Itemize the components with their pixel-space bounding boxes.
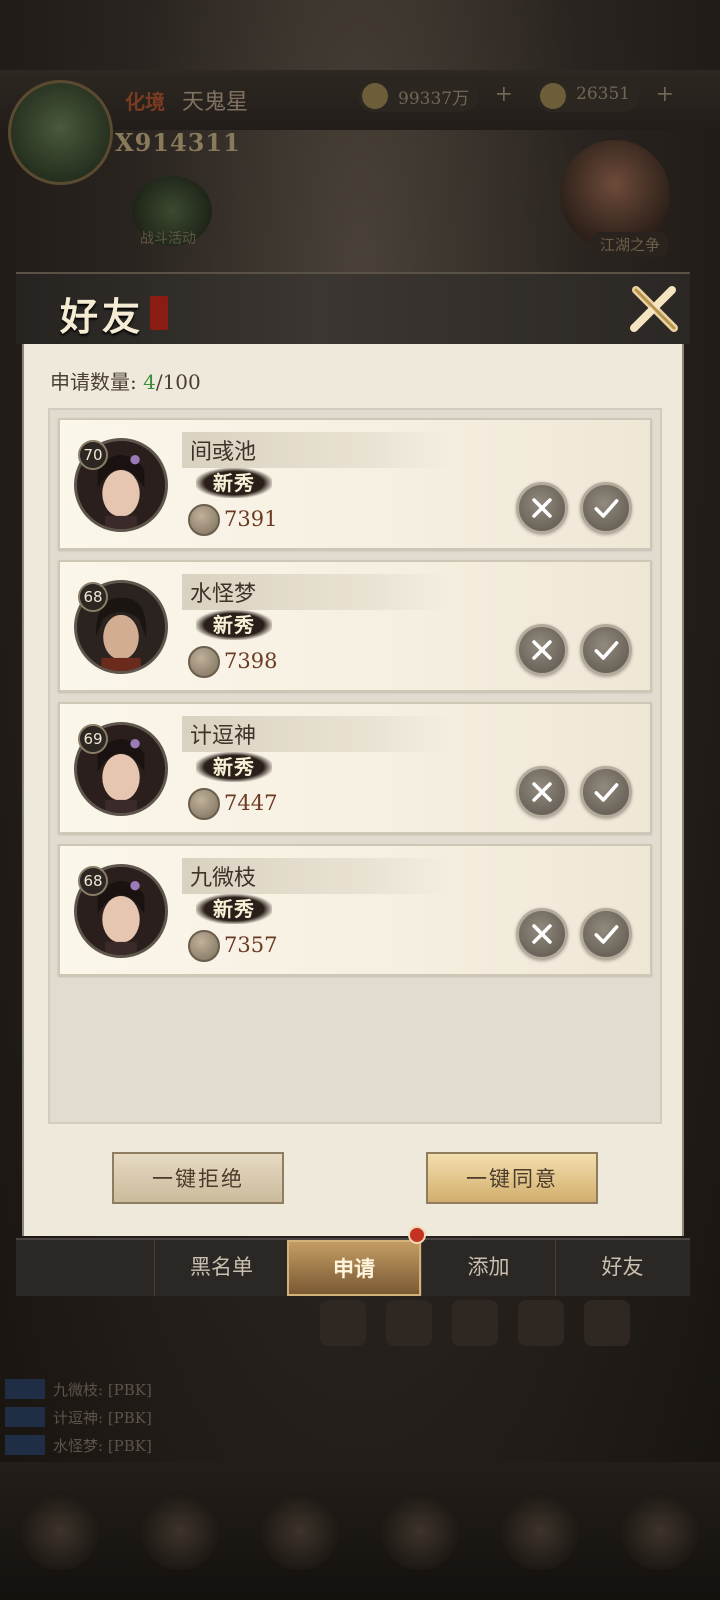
rank-badge: 新秀 — [196, 752, 272, 782]
background-hero-label: 江湖之争 — [591, 232, 668, 257]
level-badge: 70 — [78, 440, 108, 470]
function-icon — [584, 1300, 630, 1346]
dialog-title: 好友 — [60, 294, 145, 339]
dialog-header: 好友 — [16, 272, 690, 344]
check-icon — [594, 641, 619, 660]
request-card: 68 九微枝 新秀 7357 — [58, 844, 652, 976]
level-badge: 69 — [78, 724, 108, 754]
close-icon — [532, 924, 552, 944]
power-value: 7357 — [224, 933, 278, 957]
seal-stamp-icon — [150, 296, 168, 330]
close-icon — [532, 498, 552, 518]
background-chat: 九微枝: [PBK] 计逗神: [PBK] 水怪梦: [PBK] — [5, 1375, 695, 1459]
check-icon — [594, 783, 619, 802]
request-card: 68 水怪梦 新秀 7398 — [58, 560, 652, 692]
tab-add[interactable]: 添加 — [421, 1240, 555, 1296]
tab-friends[interactable]: 好友 — [555, 1240, 689, 1296]
accept-button[interactable] — [580, 908, 632, 960]
nav-icon — [621, 1492, 699, 1570]
request-list[interactable]: 70 间彧池 新秀 7391 68 水怪梦 新秀 7398 69 计逗神 新秀 … — [48, 408, 662, 1124]
request-count: 申请数量: 4/100 — [50, 370, 201, 394]
level-badge: 68 — [78, 866, 108, 896]
player-name: 间彧池 — [190, 440, 257, 465]
dialog-tab-bar: 黑名单 申请 添加 好友 — [16, 1226, 690, 1296]
background-rank: 化境 — [125, 90, 165, 114]
close-button[interactable] — [626, 282, 682, 338]
rank-badge: 新秀 — [196, 468, 272, 498]
close-icon — [532, 640, 552, 660]
nav-icon — [21, 1492, 99, 1570]
background-power: X914311 — [115, 128, 241, 157]
reject-all-button[interactable]: 一键拒绝 — [112, 1152, 284, 1204]
reject-button[interactable] — [516, 908, 568, 960]
swords-icon — [188, 930, 220, 962]
chat-line: 计逗神: [PBK] — [5, 1403, 695, 1431]
notification-dot — [408, 1226, 426, 1244]
background-bottom-nav — [0, 1462, 720, 1600]
function-icon — [452, 1300, 498, 1346]
reject-button[interactable] — [516, 624, 568, 676]
rank-badge: 新秀 — [196, 610, 272, 640]
chat-tag — [5, 1435, 45, 1455]
swords-icon — [188, 646, 220, 678]
power-value: 7447 — [224, 791, 278, 815]
swords-icon — [188, 788, 220, 820]
background-currency-2: 26351 + — [536, 80, 674, 112]
chat-line: 九微枝: [PBK] — [5, 1375, 695, 1403]
chat-line: 水怪梦: [PBK] — [5, 1431, 695, 1459]
accept-button[interactable] — [580, 624, 632, 676]
rank-badge: 新秀 — [196, 894, 272, 924]
player-name: 水怪梦 — [190, 582, 257, 607]
chat-tag — [5, 1407, 45, 1427]
nav-icon — [381, 1492, 459, 1570]
swords-icon — [188, 504, 220, 536]
chat-tag — [5, 1379, 45, 1399]
coin-icon — [362, 83, 388, 109]
check-icon — [594, 499, 619, 518]
accept-button[interactable] — [580, 482, 632, 534]
level-badge: 68 — [78, 582, 108, 612]
tab-blacklist[interactable]: 黑名单 — [154, 1240, 288, 1296]
background-player-avatar — [8, 80, 113, 185]
background-currency-1: 99337万 + — [358, 80, 513, 112]
friends-dialog: 好友 申请数量: 4/100 70 间彧池 新秀 7391 68 水怪梦 新秀 … — [16, 272, 690, 1296]
function-icon — [320, 1300, 366, 1346]
function-icon — [518, 1300, 564, 1346]
plus-icon: + — [494, 82, 514, 107]
accept-button[interactable] — [580, 766, 632, 818]
background-event-label: 战斗活动 — [140, 231, 196, 247]
check-icon — [594, 925, 619, 944]
background-title: 天鬼星 — [182, 90, 249, 115]
tab-requests[interactable]: 申请 — [287, 1240, 421, 1296]
nav-icon — [261, 1492, 339, 1570]
nav-icon — [141, 1492, 219, 1570]
request-card: 70 间彧池 新秀 7391 — [58, 418, 652, 550]
power-value: 7391 — [224, 507, 278, 531]
player-name: 计逗神 — [190, 724, 257, 749]
ingot-icon — [540, 83, 566, 109]
background-function-icons — [320, 1300, 630, 1346]
accept-all-button[interactable]: 一键同意 — [426, 1152, 598, 1204]
reject-button[interactable] — [516, 766, 568, 818]
close-x-icon — [630, 286, 678, 332]
dialog-body: 申请数量: 4/100 70 间彧池 新秀 7391 68 水怪梦 新秀 739… — [22, 344, 684, 1236]
function-icon — [386, 1300, 432, 1346]
player-name: 九微枝 — [190, 866, 257, 891]
close-icon — [532, 782, 552, 802]
request-card: 69 计逗神 新秀 7447 — [58, 702, 652, 834]
reject-button[interactable] — [516, 482, 568, 534]
plus-icon: + — [655, 82, 675, 107]
power-value: 7398 — [224, 649, 278, 673]
nav-icon — [501, 1492, 579, 1570]
